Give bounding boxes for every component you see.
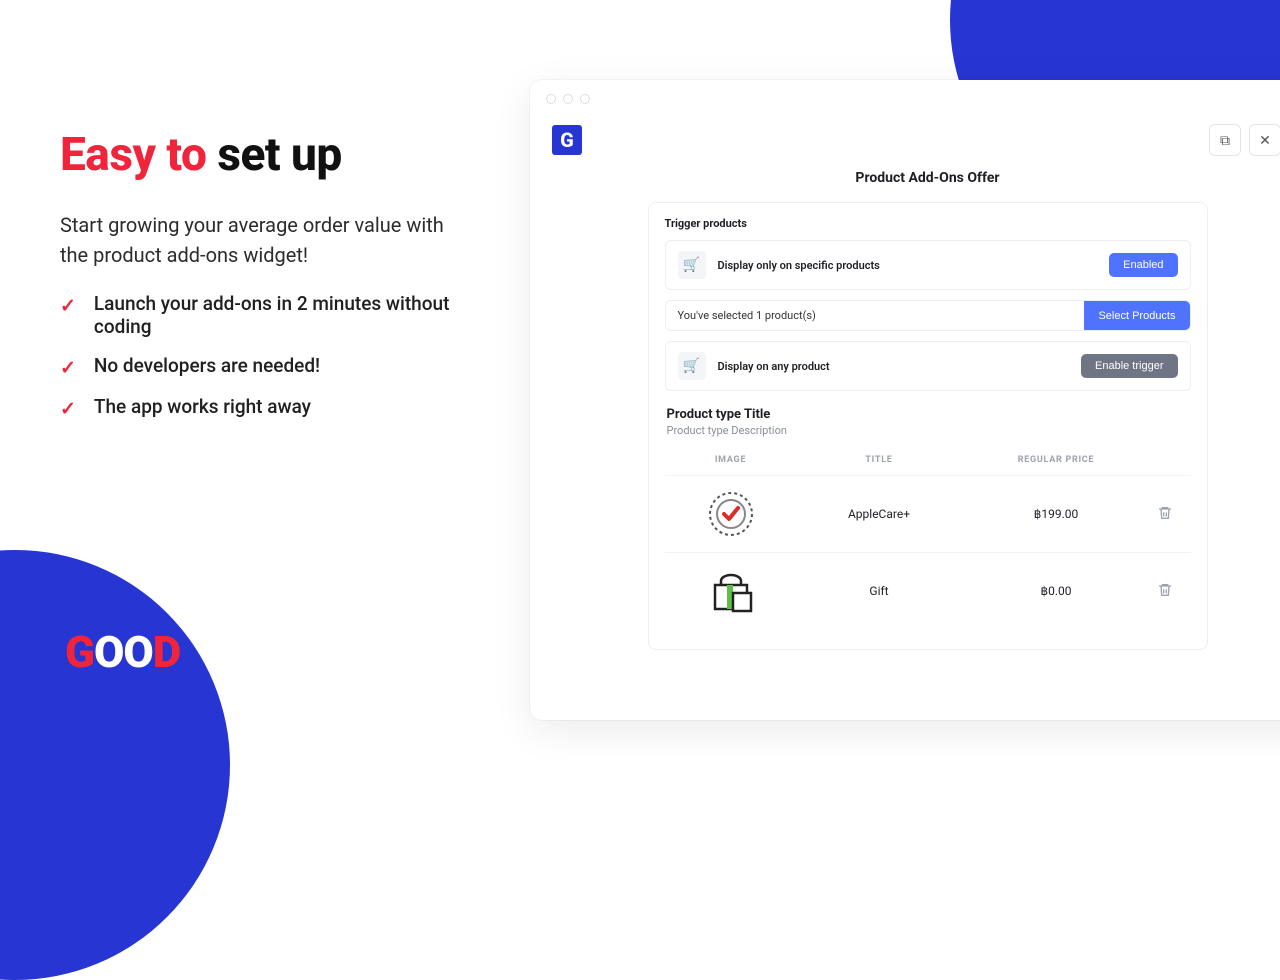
window-dot bbox=[563, 94, 573, 104]
headline-accent: Easy to bbox=[60, 128, 206, 182]
close-button[interactable]: ✕ bbox=[1249, 124, 1280, 156]
bullet-text: The app works right away bbox=[94, 395, 311, 418]
toolbar: G ⧉ ✕ bbox=[530, 118, 1280, 166]
product-price: ฿0.00 bbox=[968, 584, 1145, 598]
trigger-toggle-button[interactable]: Enable trigger bbox=[1081, 354, 1178, 378]
badge-icon bbox=[707, 490, 755, 538]
col-image: Image bbox=[671, 455, 791, 465]
col-title: Title bbox=[791, 455, 968, 465]
duplicate-icon: ⧉ bbox=[1220, 132, 1230, 149]
product-type-title: Product type Title bbox=[667, 407, 1189, 422]
trigger-label: Display on any product bbox=[718, 360, 830, 373]
gift-icon bbox=[707, 567, 755, 615]
check-icon: ✓ bbox=[60, 294, 76, 317]
bullet-item: ✓ Launch your add-ons in 2 minutes witho… bbox=[60, 292, 460, 338]
addons-table-header: Image Title Regular Price bbox=[665, 441, 1191, 475]
select-products-button[interactable]: Select Products bbox=[1084, 301, 1189, 330]
bullet-text: No developers are needed! bbox=[94, 354, 320, 377]
selected-products-info: You've selected 1 product(s) bbox=[666, 301, 1085, 330]
feature-bullets: ✓ Launch your add-ons in 2 minutes witho… bbox=[60, 292, 460, 420]
subheadline: Start growing your average order value w… bbox=[60, 210, 460, 270]
product-type-desc: Product type Description bbox=[667, 424, 1189, 437]
trigger-section-label: Trigger products bbox=[665, 217, 1191, 230]
cart-icon: 🛒 bbox=[678, 251, 706, 279]
trigger-toggle-button[interactable]: Enabled bbox=[1109, 253, 1177, 277]
selected-products-row: You've selected 1 product(s) Select Prod… bbox=[665, 300, 1191, 331]
trash-icon bbox=[1157, 582, 1173, 598]
product-type-header: Product type Title Product type Descript… bbox=[667, 407, 1189, 437]
close-icon: ✕ bbox=[1259, 132, 1271, 149]
table-row: Gift ฿0.00 bbox=[665, 552, 1191, 629]
headline-rest: set up bbox=[217, 128, 342, 182]
app-logo: G bbox=[552, 125, 582, 155]
duplicate-button[interactable]: ⧉ bbox=[1209, 124, 1241, 156]
window-dot bbox=[580, 94, 590, 104]
marketing-copy: Easy to set up Start growing your averag… bbox=[60, 128, 460, 436]
trigger-label: Display only on specific products bbox=[718, 259, 880, 272]
cart-icon: 🛒 bbox=[678, 352, 706, 380]
bullet-item: ✓ No developers are needed! bbox=[60, 354, 460, 379]
trigger-option-specific: 🛒 Display only on specific products Enab… bbox=[665, 240, 1191, 290]
window-controls bbox=[530, 80, 1280, 118]
product-title: AppleCare+ bbox=[791, 507, 968, 521]
check-icon: ✓ bbox=[60, 356, 76, 379]
product-price: ฿199.00 bbox=[968, 507, 1145, 521]
headline: Easy to set up bbox=[60, 128, 460, 182]
decorative-circle-bottom bbox=[0, 550, 230, 980]
delete-row-button[interactable] bbox=[1145, 582, 1185, 601]
product-title: Gift bbox=[791, 584, 968, 598]
product-image bbox=[707, 490, 755, 538]
app-window: G ⧉ ✕ Product Add-Ons Offer Trigger prod… bbox=[530, 80, 1280, 720]
check-icon: ✓ bbox=[60, 397, 76, 420]
brand-logo: GOOD bbox=[65, 626, 180, 678]
table-row: AppleCare+ ฿199.00 bbox=[665, 475, 1191, 552]
product-image bbox=[707, 567, 755, 615]
window-dot bbox=[546, 94, 556, 104]
delete-row-button[interactable] bbox=[1145, 505, 1185, 524]
trigger-option-any: 🛒 Display on any product Enable trigger bbox=[665, 341, 1191, 391]
bullet-item: ✓ The app works right away bbox=[60, 395, 460, 420]
col-price: Regular Price bbox=[968, 455, 1145, 465]
offer-editor: Trigger products 🛒 Display only on speci… bbox=[648, 202, 1208, 650]
bullet-text: Launch your add-ons in 2 minutes without… bbox=[94, 292, 460, 338]
trash-icon bbox=[1157, 505, 1173, 521]
page-title: Product Add-Ons Offer bbox=[530, 170, 1280, 186]
